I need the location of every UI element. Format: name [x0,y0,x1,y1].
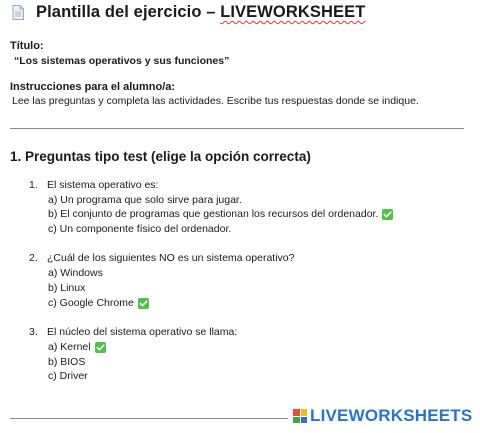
question-number: 3. [29,326,38,338]
option-text: b) El conjunto de programas que gestiona… [48,208,379,220]
title-prefix: Plantilla del ejercicio – [36,3,221,21]
section-heading: 1. Preguntas tipo test (elige la opción … [10,149,311,164]
question-number: 1. [29,179,38,191]
question-text: El sistema operativo es: [47,179,159,191]
question-1: 1. El sistema operativo es: [29,179,158,191]
titulo-label: Título: [10,40,44,52]
option-text: c) Driver [48,370,88,382]
question-text: El núcleo del sistema operativo se llama… [47,326,238,338]
option-text: a) Windows [48,267,103,279]
option-1b[interactable]: b) El conjunto de programas que gestiona… [48,208,394,220]
logo-text: LIVEWORKSHEETS [310,406,473,425]
question-3: 3. El núcleo del sistema operativo se lla… [29,326,237,338]
check-icon [137,297,149,309]
question-text: ¿Cuál de los siguientes NO es un sistema… [47,252,295,264]
footer-divider [10,418,288,419]
option-3b[interactable]: b) BIOS [48,356,85,368]
divider [10,128,464,129]
check-icon [382,208,394,220]
option-text: b) BIOS [48,356,86,368]
title-brand: LIVEWORKSHEET [220,3,366,21]
option-text: a) Un programa que solo sirve para jugar… [48,194,242,206]
option-text: a) Kernel [48,341,91,353]
check-icon [94,341,106,353]
option-3a[interactable]: a) Kernel [48,341,106,353]
instrucciones-label: Instrucciones para el alumno/a: [10,81,176,93]
option-text: b) Linux [48,282,86,294]
option-1a[interactable]: a) Un programa que solo sirve para jugar… [48,194,242,206]
option-2a[interactable]: a) Windows [48,267,103,279]
option-2c[interactable]: c) Google Chrome [48,297,149,309]
option-3c[interactable]: c) Driver [48,370,88,382]
option-2b[interactable]: b) Linux [48,282,85,294]
question-number: 2. [29,252,38,264]
option-1c[interactable]: c) Un componente físico del ordenador. [48,223,231,235]
option-text: c) Google Chrome [48,297,134,309]
titulo-value: “Los sistemas operativos y sus funciones… [14,55,230,67]
page-title: Plantilla del ejercicio – LIVEWORKSHEET [36,3,365,22]
document-icon [12,5,24,20]
liveworksheets-logo: LIVEWORKSHEETS [293,406,472,426]
logo-mark-icon [293,409,307,423]
document-header: Plantilla del ejercicio – LIVEWORKSHEET [12,3,365,22]
option-text: c) Un componente físico del ordenador. [48,223,232,235]
question-2: 2. ¿Cuál de los siguientes NO es un siste… [29,252,294,264]
instrucciones-text: Lee las preguntas y completa las activid… [12,95,419,107]
